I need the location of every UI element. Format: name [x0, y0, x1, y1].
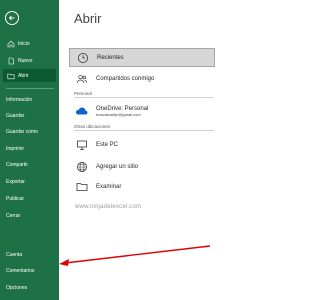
- browse-option[interactable]: Examinar: [69, 177, 215, 196]
- globe-icon: [74, 159, 89, 174]
- open-folder-icon: [6, 71, 15, 80]
- nav-item-informacion[interactable]: Información: [6, 97, 32, 103]
- browse-label: Examinar: [96, 183, 122, 190]
- shared-people-icon: [74, 71, 89, 86]
- personal-section-header: Personal: [74, 91, 92, 96]
- new-file-icon: [6, 56, 15, 65]
- clock-icon: [75, 50, 90, 65]
- nav-item-opciones[interactable]: Opciones: [6, 285, 27, 291]
- nav-item-label: Inicio: [18, 40, 30, 47]
- onedrive-email: ecavalcantyr@gmail.com: [96, 111, 141, 117]
- other-locations-header: Otras ubicaciones: [74, 124, 111, 129]
- sidebar-divider: [6, 88, 54, 89]
- nav-item-imprimir[interactable]: Imprimir: [6, 146, 24, 152]
- nav-item-abrir[interactable]: Abrir: [3, 69, 56, 82]
- nav-item-guardar-como[interactable]: Guardar como: [6, 129, 38, 135]
- nav-item-compartir[interactable]: Compartir: [6, 162, 28, 168]
- nav-item-inicio[interactable]: Inicio: [3, 37, 56, 50]
- nav-item-cuenta[interactable]: Cuenta: [6, 252, 22, 258]
- backstage-sidebar: Inicio Nuevo Abrir Información Guardar G…: [0, 0, 59, 300]
- nav-item-comentarios[interactable]: Comentarios: [6, 268, 34, 274]
- section-divider: [74, 97, 214, 98]
- home-icon: [6, 39, 15, 48]
- this-pc-label: Este PC: [96, 141, 119, 148]
- shared-option[interactable]: Compartidos conmigo: [69, 69, 215, 88]
- recent-option[interactable]: Recientes: [69, 48, 215, 67]
- watermark: www.ninjadelexcel.com: [75, 204, 142, 210]
- nav-item-publicar[interactable]: Publicar: [6, 196, 24, 202]
- onedrive-option[interactable]: OneDrive: Personal ecavalcantyr@gmail.co…: [69, 101, 215, 121]
- recent-label: Recientes: [97, 54, 124, 61]
- annotation-arrow-icon: [59, 245, 211, 266]
- page-title: Abrir: [74, 11, 102, 26]
- shared-label: Compartidos conmigo: [96, 75, 155, 82]
- folder-icon: [74, 179, 89, 194]
- add-site-label: Agregar un sitio: [96, 163, 139, 170]
- nav-item-exportar[interactable]: Exportar: [6, 179, 25, 185]
- nav-item-label: Abrir: [18, 72, 29, 79]
- section-divider: [74, 130, 214, 131]
- nav-item-cerrar[interactable]: Cerrar: [6, 213, 20, 219]
- back-arrow-icon[interactable]: [5, 11, 19, 25]
- nav-item-nuevo[interactable]: Nuevo: [3, 54, 56, 67]
- pc-icon: [74, 137, 89, 152]
- add-site-option[interactable]: Agregar un sitio: [69, 157, 215, 176]
- this-pc-option[interactable]: Este PC: [69, 135, 215, 154]
- nav-item-guardar[interactable]: Guardar: [6, 113, 24, 119]
- nav-item-label: Nuevo: [18, 57, 33, 64]
- onedrive-cloud-icon: [74, 104, 89, 119]
